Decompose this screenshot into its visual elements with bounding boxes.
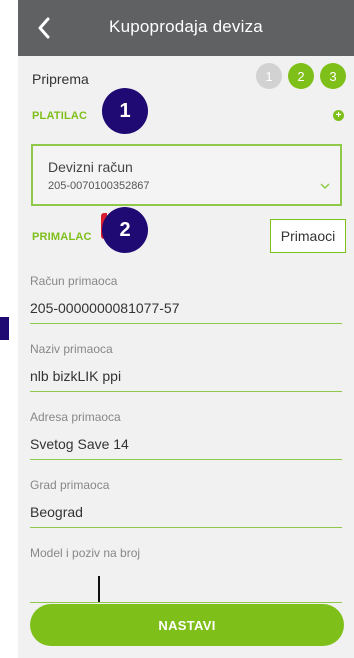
section-title: Priprema [32, 71, 89, 87]
payer-label: PLATILAC [32, 110, 88, 122]
account-number: 205-0070100352867 [48, 180, 150, 192]
recipient-label: PRIMALAC [32, 231, 92, 243]
field-label: Grad primaoca [30, 478, 110, 492]
account-title: Devizni račun [48, 159, 133, 175]
field-label: Naziv primaoca [30, 342, 113, 356]
recipients-button[interactable]: Primaoci [270, 219, 346, 253]
annotation-marker-2: 2 [102, 207, 148, 253]
plus-circle-icon[interactable]: + [333, 110, 344, 121]
field-value: Beograd [30, 504, 83, 520]
step-3: 3 [320, 63, 346, 89]
step-indicator: 1 2 3 [256, 63, 346, 89]
field-underline [30, 391, 342, 392]
recipient-city-field[interactable]: Grad primaoca Beograd [30, 478, 342, 528]
annotation-marker-1: 1 [102, 88, 148, 134]
field-underline [30, 459, 342, 460]
field-label: Model i poziv na broj [30, 546, 141, 560]
step-1: 1 [256, 63, 282, 89]
screen: Kupoprodaja deviza Priprema 1 2 3 PLATIL… [0, 0, 354, 658]
page-title: Kupoprodaja deviza [109, 17, 263, 36]
form-panel: Priprema 1 2 3 PLATILAC + Devizni račun … [18, 56, 354, 658]
field-underline [30, 602, 342, 603]
continue-button[interactable]: NASTAVI [30, 604, 344, 646]
recipient-account-field[interactable]: Račun primaoca 205-0000000081077-57 [30, 274, 342, 324]
account-select[interactable]: Devizni račun 205-0070100352867 [31, 144, 342, 206]
recipient-name-field[interactable]: Naziv primaoca nlb bizkLIK ppi [30, 342, 342, 392]
field-underline [30, 323, 342, 324]
field-value: 205-0000000081077-57 [30, 300, 180, 316]
text-cursor [98, 576, 100, 602]
recipient-address-field[interactable]: Adresa primaoca Svetog Save 14 [30, 410, 342, 460]
field-label: Adresa primaoca [30, 410, 121, 424]
chevron-down-icon [320, 183, 330, 190]
step-2: 2 [288, 63, 314, 89]
field-label: Račun primaoca [30, 274, 118, 288]
reference-model-field[interactable]: Model i poziv na broj [30, 546, 342, 560]
field-underline [30, 527, 342, 528]
top-bar: Kupoprodaja deviza [18, 0, 354, 56]
field-value: nlb bizkLIK ppi [30, 368, 122, 384]
annotation-bar [0, 317, 9, 340]
field-value: Svetog Save 14 [30, 436, 129, 452]
